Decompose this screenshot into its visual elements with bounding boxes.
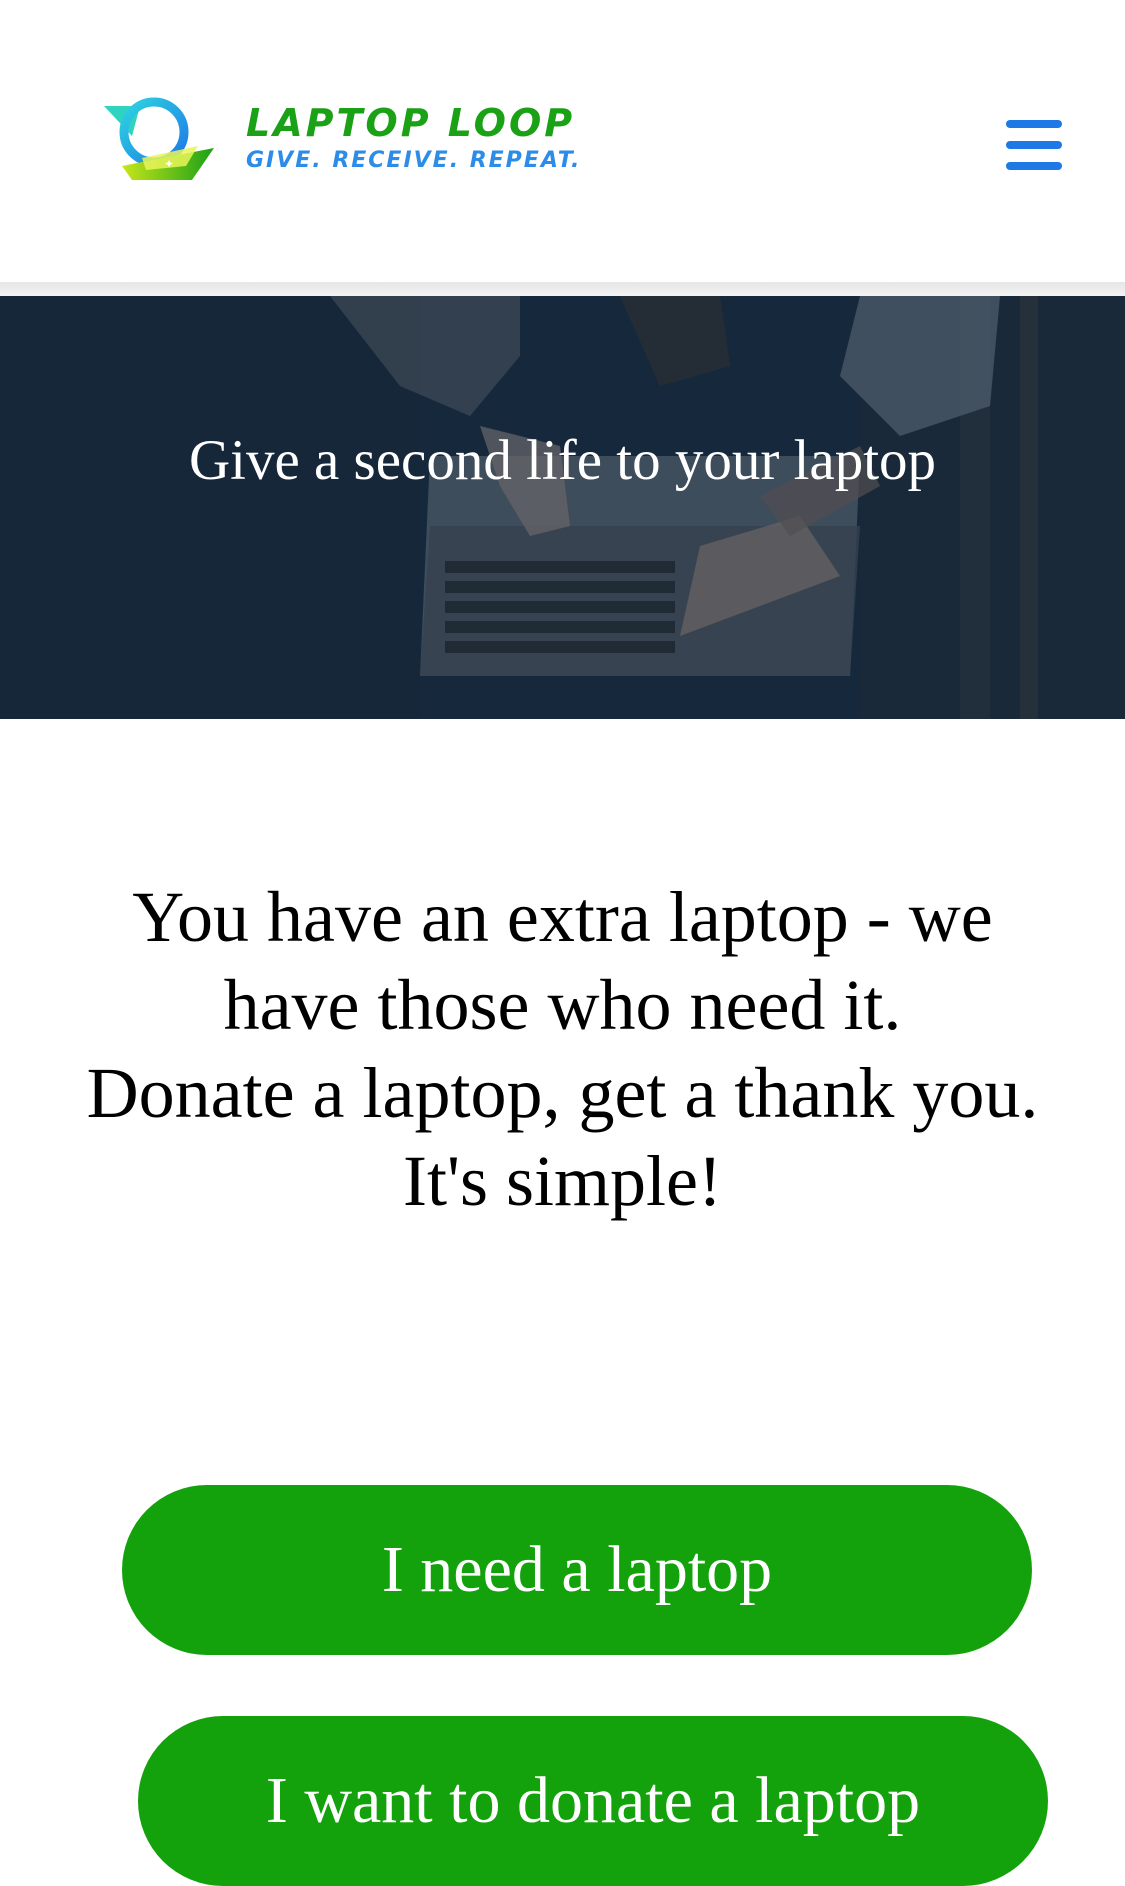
intro-text: You have an extra laptop - we have those… [60, 873, 1065, 1225]
hero-title: Give a second life to your laptop [188, 429, 937, 492]
intro-line-1: You have an extra laptop - we have those… [132, 877, 993, 1045]
intro-line-2: Donate a laptop, get a thank you. [86, 1053, 1039, 1133]
intro-line-3: It's simple! [403, 1141, 722, 1221]
site-header: ✦ LAPTOP LOOP GIVE. RECEIVE. REPEAT. [0, 0, 1125, 282]
brand-tagline: GIVE. RECEIVE. REPEAT. [246, 148, 582, 173]
brand-name: LAPTOP LOOP [246, 101, 576, 145]
need-laptop-button[interactable]: I need a laptop [122, 1485, 1032, 1655]
people-pointing-at-laptop-photo [0, 296, 1125, 719]
brand-logo[interactable]: ✦ LAPTOP LOOP GIVE. RECEIVE. REPEAT. [102, 96, 579, 186]
laptop-loop-logo-icon: ✦ [104, 97, 214, 180]
donate-laptop-button[interactable]: I want to donate a laptop [138, 1716, 1048, 1886]
hero-banner: Give a second life to your laptop [0, 296, 1125, 719]
header-divider [0, 282, 1125, 296]
svg-text:✦: ✦ [164, 157, 174, 171]
hamburger-menu-icon[interactable] [1006, 120, 1062, 170]
